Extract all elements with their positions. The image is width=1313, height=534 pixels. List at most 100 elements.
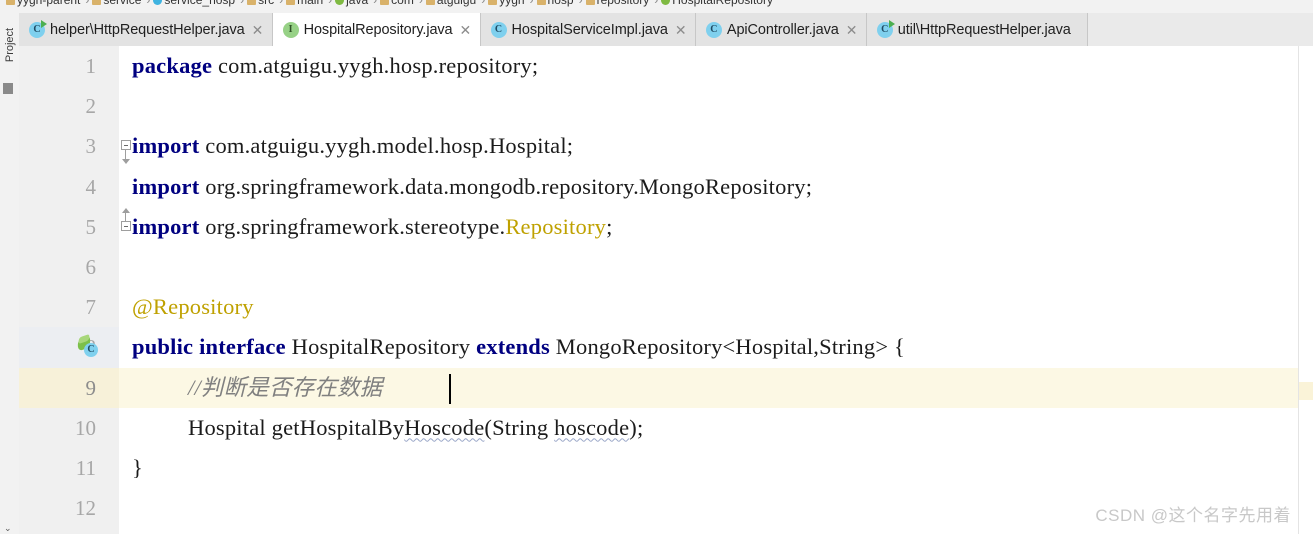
keyword-token: interface [199, 334, 286, 360]
code-line-current[interactable]: 9 //判断是否存在数据 [19, 367, 1313, 408]
code-token: MongoRepository<Hospital,String> { [549, 334, 906, 360]
breadcrumb-label: atguigu [436, 0, 477, 7]
breadcrumb-item[interactable]: yygh [488, 0, 525, 8]
keyword-token: public [132, 334, 194, 360]
line-content[interactable]: package com.atguigu.yygh.hosp.repository… [132, 46, 538, 86]
interface-icon [661, 0, 671, 5]
stripe-marker [3, 83, 13, 94]
breadcrumb-item[interactable]: HospitalRepository [661, 0, 773, 8]
tool-window-button-project[interactable]: Project [0, 13, 19, 73]
line-content[interactable]: public interface HospitalRepository exte… [132, 327, 905, 367]
fold-marker-collapse-icon[interactable] [121, 140, 132, 165]
code-line[interactable]: 4 import org.springframework.data.mongod… [19, 167, 1313, 207]
code-token: } [132, 454, 143, 480]
line-content[interactable]: import org.springframework.data.mongodb.… [132, 167, 812, 207]
breadcrumb-separator: › [146, 0, 151, 7]
breadcrumb[interactable]: yygh-parent › service › service_hosp › src › mai… [0, 0, 1313, 14]
code-token: org.springframework.stereotype. [199, 213, 506, 239]
class-file-icon: C [876, 19, 895, 38]
line-content[interactable]: import com.atguigu.yygh.model.hosp.Hospi… [132, 126, 573, 166]
breadcrumb-item[interactable]: atguigu [425, 0, 477, 8]
code-line[interactable]: 2 [19, 86, 1313, 126]
editor-tab-label: helper\HttpRequestHelper.java [50, 21, 245, 38]
code-lines[interactable]: 1 package com.atguigu.yygh.hosp.reposito… [19, 46, 1313, 534]
code-token: org.springframework.data.mongodb.reposit… [199, 173, 813, 199]
line-number: 2 [85, 94, 97, 119]
line-number: 4 [85, 174, 97, 199]
class-file-icon: C [490, 21, 507, 38]
line-number: 3 [85, 134, 97, 159]
code-line[interactable]: 3 import com.atguigu.yygh.model.hosp.Hos… [19, 126, 1313, 166]
code-token: ); [629, 414, 644, 440]
breadcrumb-item[interactable]: service [92, 0, 141, 8]
code-line[interactable]: 6 [19, 247, 1313, 287]
breadcrumb-item[interactable]: yygh-parent [6, 0, 80, 8]
breadcrumb-items[interactable]: yygh-parent › service › service_hosp › src › mai… [6, 0, 775, 8]
current-line-marker[interactable] [1299, 382, 1313, 400]
editor-tab-bar[interactable]: C helper\HttpRequestHelper.java ✕ I Hosp… [19, 13, 1313, 47]
breadcrumb-separator: › [279, 0, 284, 7]
line-number: 11 [75, 455, 96, 480]
folder-icon [92, 0, 102, 5]
breadcrumb-item[interactable]: repository [585, 0, 649, 8]
editor-tab-label: ApiController.java [726, 21, 839, 38]
breadcrumb-label: src [258, 0, 275, 7]
breadcrumb-label: com [391, 0, 414, 7]
close-icon[interactable]: ✕ [675, 23, 687, 37]
breadcrumb-separator: › [85, 0, 90, 7]
close-icon[interactable]: ✕ [252, 23, 264, 37]
line-content[interactable]: //判断是否存在数据 [188, 368, 383, 408]
folder-icon [488, 0, 498, 5]
close-icon[interactable]: ✕ [846, 23, 858, 37]
code-line[interactable]: 5 import org.springframework.stereotype.… [19, 207, 1313, 247]
editor-tab-label: HospitalServiceImpl.java [511, 21, 668, 38]
spellcheck-token: Hoscode [404, 414, 485, 440]
breadcrumb-label: HospitalRepository [672, 0, 773, 7]
editor-tab-hospital-repository[interactable]: I HospitalRepository.java ✕ [272, 13, 481, 46]
breadcrumb-separator: › [328, 0, 333, 7]
keyword-token: extends [476, 334, 550, 360]
line-number: 12 [75, 496, 96, 521]
spellcheck-token: hoscode [554, 414, 630, 440]
keyword-token: package [132, 53, 213, 78]
line-number: 7 [85, 295, 97, 320]
editor-tab-http-request-helper-1[interactable]: C helper\HttpRequestHelper.java ✕ [19, 13, 273, 46]
editor-tab-http-request-helper-2[interactable]: C util\HttpRequestHelper.java ✕ [866, 13, 1088, 46]
breadcrumb-item[interactable]: service_hosp [153, 0, 235, 8]
breadcrumb-label: main [297, 0, 324, 7]
breadcrumb-item[interactable]: hosp [536, 0, 574, 8]
code-line[interactable]: 7 @Repository [19, 287, 1313, 327]
editor-tab-hospital-service-impl[interactable]: C HospitalServiceImpl.java ✕ [480, 13, 696, 46]
code-line[interactable]: 1 package com.atguigu.yygh.hosp.reposito… [19, 46, 1313, 86]
line-content[interactable]: import org.springframework.stereotype.Re… [132, 207, 613, 247]
line-number: 6 [85, 254, 97, 279]
breadcrumb-item[interactable]: src [247, 0, 274, 8]
folder-icon [380, 0, 390, 5]
fold-marker-end-icon[interactable] [121, 207, 132, 232]
line-content[interactable]: } [132, 448, 143, 488]
breadcrumb-label: java [346, 0, 369, 7]
breadcrumb-separator: › [240, 0, 245, 7]
code-line[interactable]: 11 } [19, 448, 1313, 488]
editor-tab-api-controller[interactable]: C ApiController.java ✕ [695, 13, 867, 46]
module-icon [153, 0, 163, 5]
breadcrumb-item[interactable]: com [380, 0, 414, 8]
breadcrumb-item[interactable]: java [335, 0, 368, 8]
chevron-down-icon[interactable]: ⌄ [4, 524, 12, 533]
code-token: Hospital getHospitalBy [188, 414, 405, 440]
run-arrow-icon [888, 19, 895, 28]
folder-icon [286, 0, 296, 5]
line-content[interactable]: Hospital getHospitalByHoscode(String hos… [188, 408, 643, 448]
folder-icon [247, 0, 257, 5]
close-icon[interactable]: ✕ [460, 23, 472, 37]
implemented-by-gutter-icon[interactable]: C [75, 334, 99, 358]
interface-file-icon: I [282, 21, 299, 38]
editor-marker-rail[interactable] [1298, 46, 1313, 534]
code-line[interactable]: 8 C public interface HospitalRepository … [19, 327, 1313, 368]
code-editor[interactable]: 1 package com.atguigu.yygh.hosp.reposito… [19, 46, 1313, 534]
breadcrumb-item[interactable]: main [286, 0, 323, 8]
run-arrow-icon [41, 19, 47, 28]
code-token: com.atguigu.yygh.model.hosp.Hospital; [199, 133, 574, 159]
code-line[interactable]: 10 Hospital getHospitalByHoscode(String … [19, 408, 1313, 448]
annotation-token: Repository [505, 213, 607, 239]
